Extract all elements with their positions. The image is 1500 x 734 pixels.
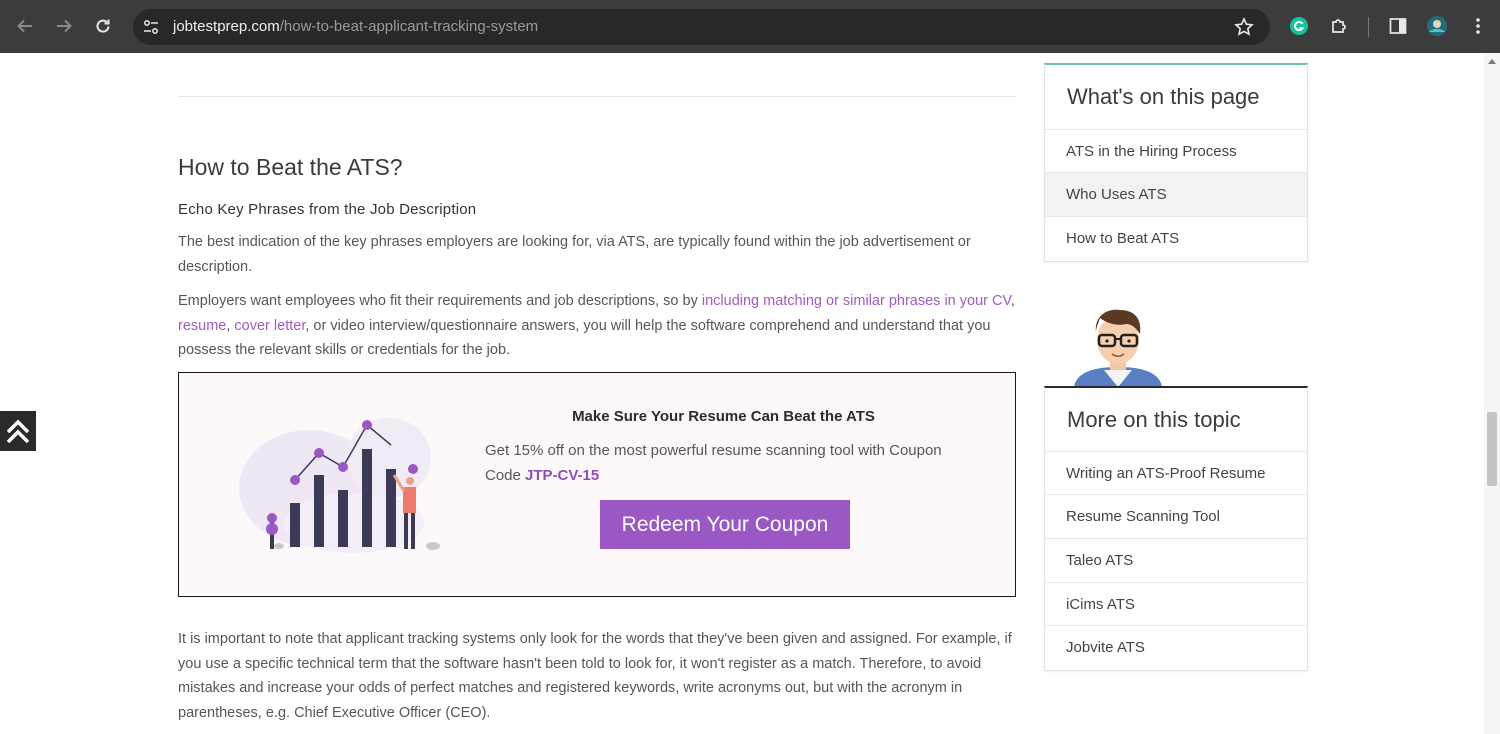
grammarly-extension-icon[interactable] — [1288, 15, 1310, 37]
link-cover-letter[interactable]: cover letter — [234, 318, 305, 334]
topic-link-taleo-ats[interactable]: Taleo ATS — [1045, 539, 1307, 583]
subheading: Echo Key Phrases from the Job Descriptio… — [178, 201, 477, 218]
section-title: How to Beat the ATS? — [178, 154, 403, 180]
coupon-code: JTP-CV-15 — [525, 466, 600, 484]
forward-button[interactable] — [51, 13, 77, 39]
double-chevron-up-icon — [6, 419, 30, 444]
toolbar-divider — [1368, 17, 1369, 37]
topic-link-icims-ats[interactable]: iCims ATS — [1045, 583, 1307, 626]
url-text[interactable]: jobtestprep.com/how-to-beat-applicant-tr… — [173, 9, 538, 45]
url-host: jobtestprep.com — [173, 18, 280, 35]
toc-title: What's on this page — [1045, 65, 1307, 130]
paragraph-key-phrases: The best indication of the key phrases e… — [178, 234, 971, 275]
scrollbar-thumb[interactable] — [1487, 412, 1497, 486]
browser-toolbar: jobtestprep.com/how-to-beat-applicant-tr… — [0, 0, 1500, 53]
reload-icon — [96, 19, 110, 33]
toc-item-how-to-beat-ats[interactable]: How to Beat ATS — [1045, 217, 1307, 261]
topic-link-ats-proof-resume[interactable]: Writing an ATS-Proof Resume — [1045, 452, 1307, 495]
reload-button[interactable] — [90, 13, 116, 39]
redeem-coupon-button[interactable]: Redeem Your Coupon — [600, 500, 850, 549]
paragraph-acronyms: It is important to note that applicant t… — [178, 631, 1012, 721]
promo-text: Get 15% off on the most powerful resume … — [485, 439, 975, 488]
back-to-top-button[interactable] — [0, 411, 36, 451]
profile-avatar-icon[interactable] — [1426, 15, 1448, 37]
toc-item-ats-hiring-process[interactable]: ATS in the Hiring Process — [1045, 130, 1307, 173]
toc-box: What's on this page ATS in the Hiring Pr… — [1044, 63, 1308, 262]
site-settings-icon[interactable] — [142, 18, 160, 36]
link-matching-phrases-cv[interactable]: including matching or similar phrases in… — [702, 293, 1011, 309]
promo-title: Make Sure Your Resume Can Beat the ATS — [572, 408, 875, 425]
back-button[interactable] — [12, 13, 38, 39]
scroll-up-arrow-icon[interactable] — [1488, 59, 1496, 64]
extensions-puzzle-icon[interactable] — [1328, 15, 1350, 37]
paragraph-employers: Employers want employees who fit their r… — [178, 289, 1016, 363]
topic-link-resume-scanning-tool[interactable]: Resume Scanning Tool — [1045, 495, 1307, 539]
coupon-promo-box: Make Sure Your Resume Can Beat the ATS G… — [178, 372, 1016, 597]
url-path: /how-to-beat-applicant-tracking-system — [279, 18, 539, 35]
address-bar[interactable]: jobtestprep.com/how-to-beat-applicant-tr… — [133, 9, 1270, 45]
toc-item-who-uses-ats[interactable]: Who Uses ATS — [1045, 173, 1307, 217]
bookmark-star-icon[interactable] — [1234, 17, 1254, 37]
link-resume[interactable]: resume — [178, 318, 226, 334]
forward-arrow-icon — [57, 19, 72, 33]
side-panel-icon[interactable] — [1387, 15, 1409, 37]
section-divider — [178, 96, 1016, 97]
growth-chart-illustration — [239, 418, 440, 553]
more-on-topic-title: More on this topic — [1045, 388, 1307, 452]
back-arrow-icon — [17, 19, 32, 33]
page-scrollbar[interactable] — [1484, 53, 1500, 734]
paragraph-text: Employers want employees who fit their r… — [178, 293, 702, 309]
paragraph-text: , — [1010, 293, 1015, 309]
cartoon-avatar-illustration — [1074, 309, 1162, 387]
browser-menu-icon[interactable] — [1467, 15, 1489, 37]
more-on-topic-box: More on this topic Writing an ATS-Proof … — [1044, 386, 1308, 671]
topic-link-jobvite-ats[interactable]: Jobvite ATS — [1045, 626, 1307, 670]
